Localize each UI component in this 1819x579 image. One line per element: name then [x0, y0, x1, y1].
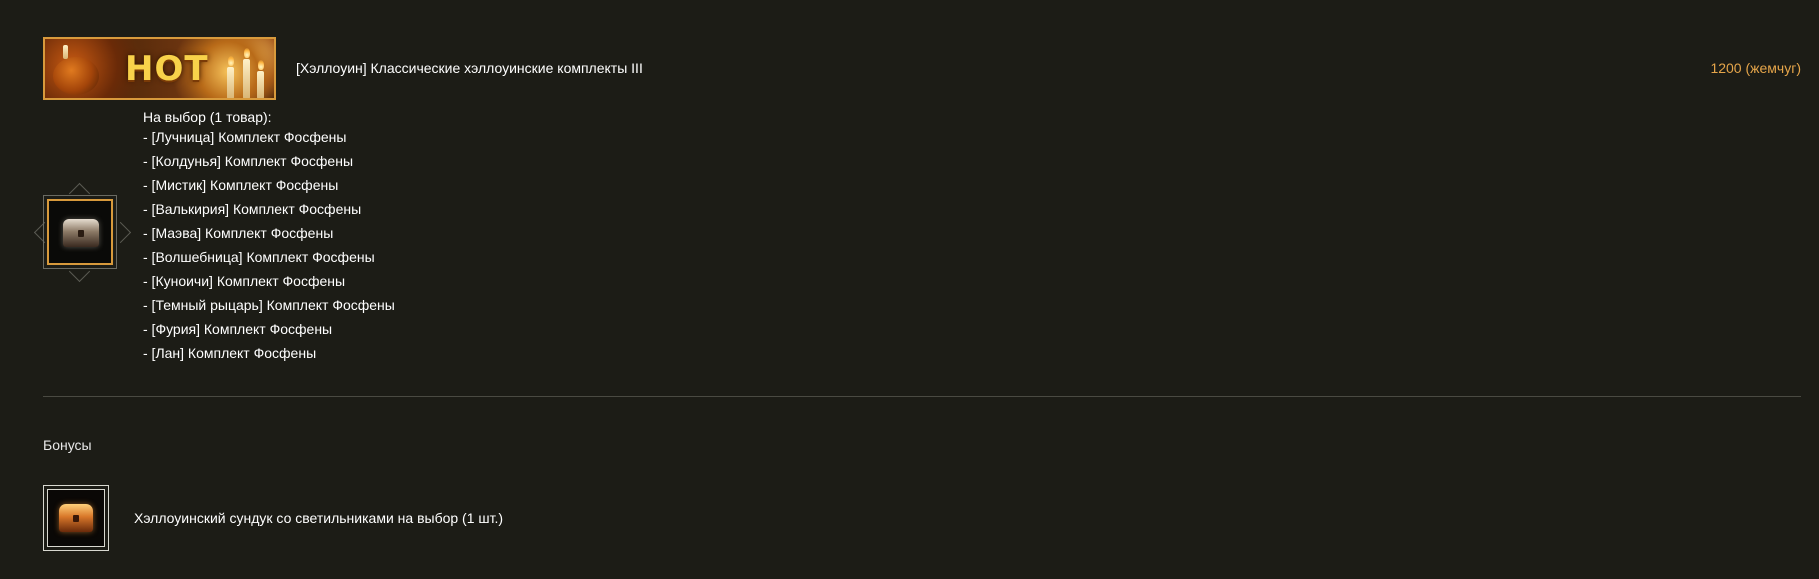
candle-icon: [63, 45, 68, 59]
hot-banner: HOT: [43, 37, 276, 100]
pumpkin-icon: [53, 57, 99, 95]
product-item-slot[interactable]: [43, 195, 117, 269]
choice-item: - [Фурия] Комплект Фосфены: [143, 321, 333, 337]
bonus-item-label: Хэллоуинский сундук со светильниками на …: [134, 510, 504, 526]
choice-item: - [Колдунья] Комплект Фосфены: [143, 153, 354, 169]
choice-item: - [Маэва] Комплект Фосфены: [143, 225, 334, 241]
product-item-frame: [47, 199, 113, 265]
product-title: [Хэллоуин] Классические хэллоуинские ком…: [296, 60, 643, 76]
banner-hot-label: HOT: [125, 49, 209, 89]
chest-icon: [63, 219, 99, 247]
treasure-chest-icon: [59, 504, 93, 532]
bonus-heading: Бонусы: [43, 437, 92, 453]
candle-icon: [227, 67, 234, 98]
section-divider: [43, 396, 1801, 397]
choice-list: - [Лучница] Комплект Фосфены - [Колдунья…: [143, 125, 395, 365]
candle-icon: [243, 59, 250, 98]
choice-item: - [Валькирия] Комплект Фосфены: [143, 201, 362, 217]
bonus-item-frame: [47, 489, 105, 547]
choice-item: - [Куноичи] Комплект Фосфены: [143, 273, 346, 289]
choice-item: - [Мистик] Комплект Фосфены: [143, 177, 339, 193]
flame-icon: [244, 48, 250, 58]
candle-icon: [257, 71, 264, 98]
product-price: 1200 (жемчуг): [1710, 60, 1801, 76]
choice-item: - [Лучница] Комплект Фосфены: [143, 129, 347, 145]
choice-item: - [Темный рыцарь] Комплект Фосфены: [143, 297, 395, 313]
choice-item: - [Лан] Комплект Фосфены: [143, 345, 317, 361]
flame-icon: [228, 56, 234, 66]
choice-item: - [Волшебница] Комплект Фосфены: [143, 249, 375, 265]
flame-icon: [258, 60, 264, 70]
bonus-item-slot[interactable]: [43, 485, 109, 551]
